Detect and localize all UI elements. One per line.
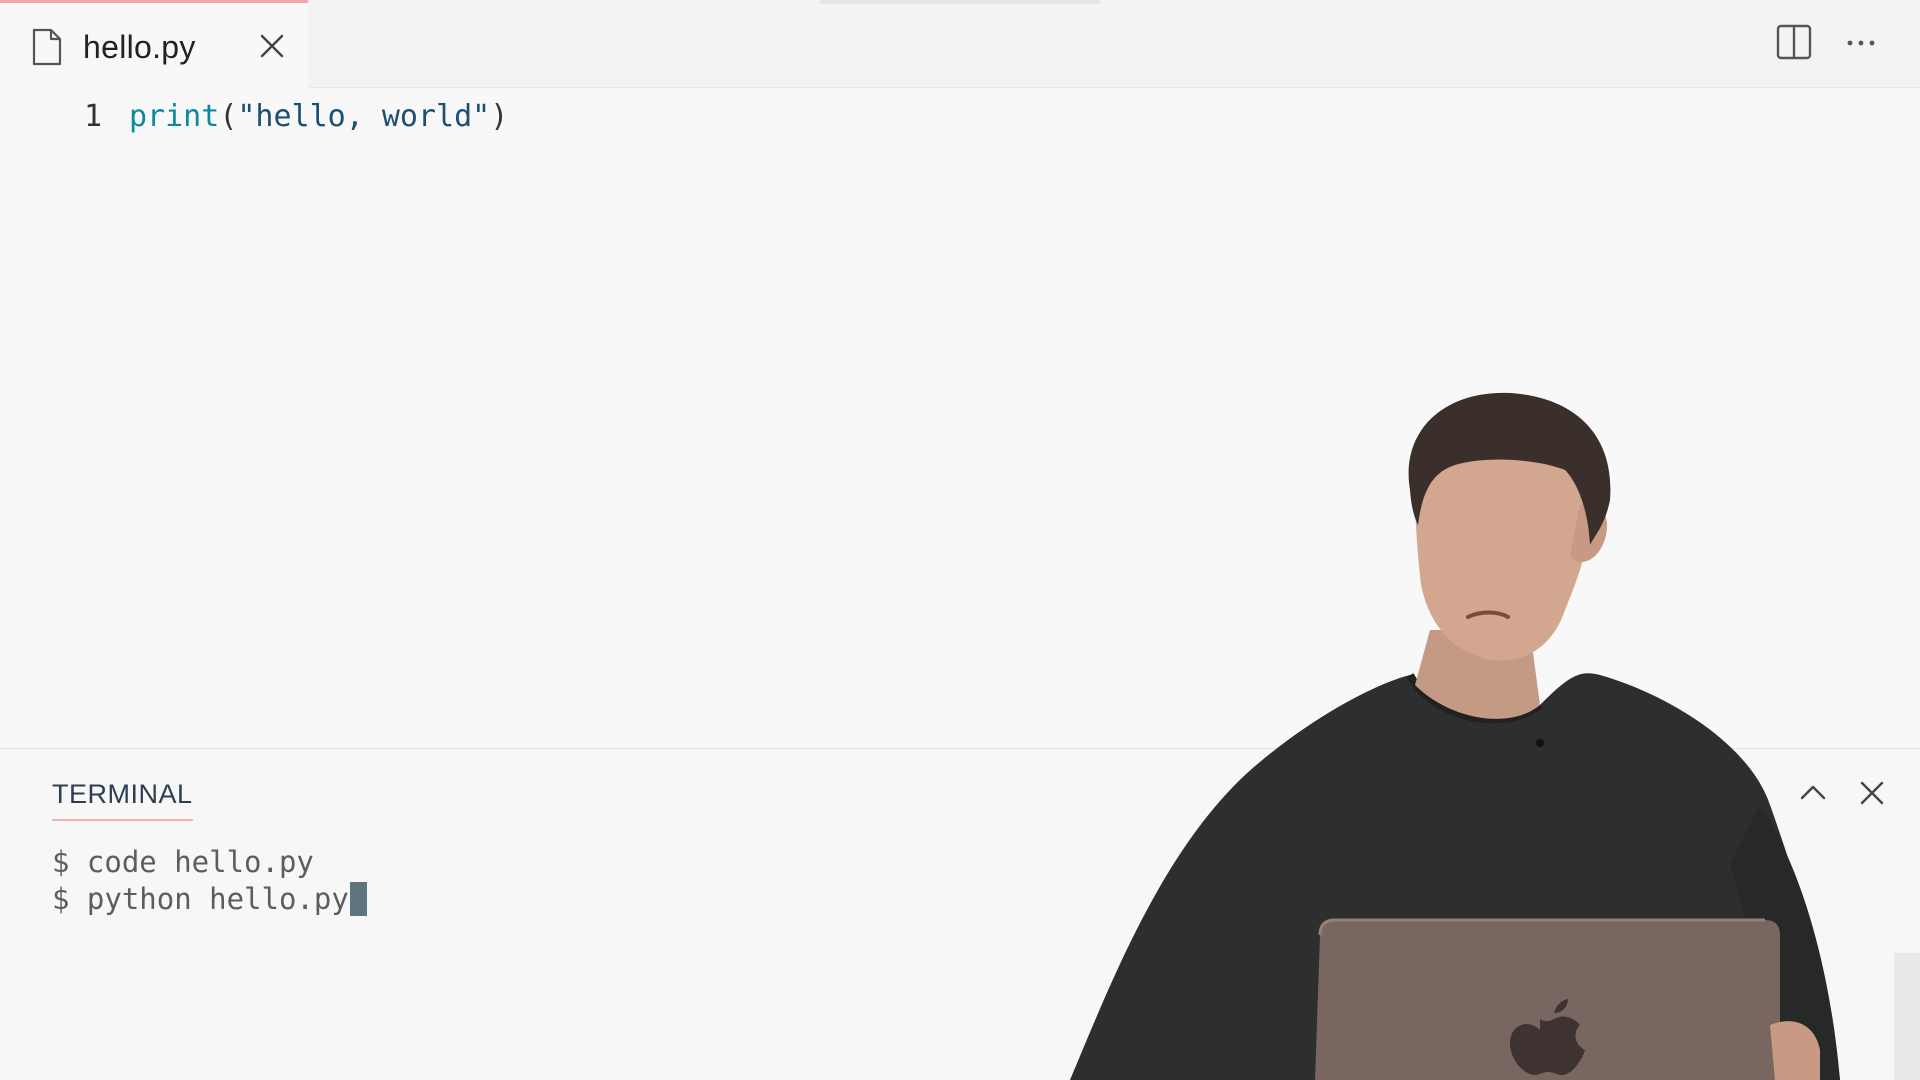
- tab-terminal[interactable]: TERMINAL: [52, 779, 193, 821]
- terminal-command: $ python hello.py: [52, 882, 349, 916]
- editor-tab-bar: hello.py: [0, 0, 1920, 89]
- file-icon: [32, 28, 62, 66]
- code-line[interactable]: 1 print("hello, world"): [0, 89, 900, 137]
- close-icon[interactable]: [257, 31, 287, 61]
- editor-tab-hello-py[interactable]: hello.py: [0, 0, 308, 89]
- token-punctuation: ): [490, 99, 509, 134]
- split-editor-icon[interactable]: [1776, 24, 1812, 60]
- terminal-command: $ code hello.py: [52, 845, 314, 879]
- code-text[interactable]: print("hello, world"): [129, 93, 508, 141]
- token-punctuation: (: [219, 99, 238, 134]
- ellipsis-icon[interactable]: [1843, 24, 1879, 60]
- top-shade: [820, 0, 1100, 4]
- tab-filename: hello.py: [83, 29, 196, 65]
- presenter-figure: [1070, 392, 1840, 1080]
- terminal-input-line[interactable]: $ python hello.py: [52, 880, 367, 918]
- token-string: "hello, world": [237, 99, 491, 134]
- terminal-cursor: [349, 882, 367, 916]
- token-function: print: [129, 99, 220, 134]
- line-number: 1: [84, 99, 103, 134]
- terminal-line: $ code hello.py: [52, 843, 314, 881]
